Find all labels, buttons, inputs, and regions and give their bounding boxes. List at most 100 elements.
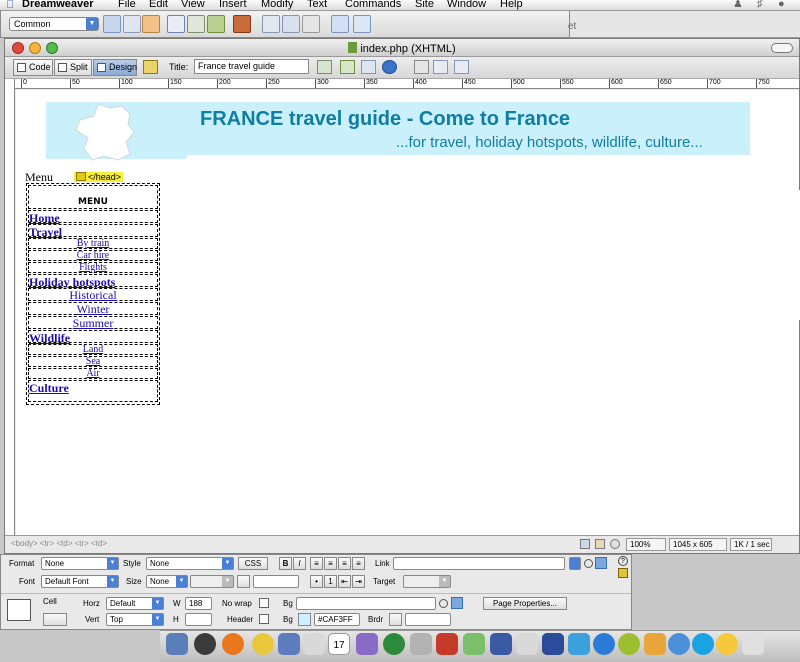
menu-item-land[interactable]: Land [28, 344, 158, 355]
menu-modify[interactable]: Modify [261, 0, 293, 10]
quick-tag-editor-icon[interactable] [618, 568, 628, 578]
zoom-select[interactable]: 100% [626, 538, 666, 551]
skype-icon[interactable] [692, 633, 714, 655]
menu-item-wildlife[interactable]: Wildlife [28, 330, 158, 345]
named-anchor-icon[interactable] [142, 15, 160, 33]
textedit-icon[interactable] [516, 633, 538, 655]
menu-item-winter[interactable]: Winter [28, 302, 158, 315]
menu-text[interactable]: Text [307, 0, 327, 10]
align-center-icon[interactable]: ≡ [324, 557, 337, 570]
height-input[interactable] [185, 613, 212, 626]
size-unit-select[interactable]: ▼ [190, 575, 234, 588]
hyperlink-icon[interactable] [103, 15, 121, 33]
bg-color-swatch[interactable] [298, 613, 311, 626]
menu-item-home[interactable]: Home [28, 210, 158, 225]
browse-folder-icon[interactable] [451, 597, 463, 609]
menu-item-culture[interactable]: Culture [28, 380, 158, 402]
format-select[interactable]: None ▼ [41, 557, 119, 570]
menu-site[interactable]: Site [415, 0, 434, 10]
system-preferences-icon[interactable] [593, 633, 615, 655]
style-select[interactable]: None ▼ [146, 557, 234, 570]
tag-chooser-icon[interactable] [353, 15, 371, 33]
text-color-input[interactable] [253, 575, 299, 588]
photoshop-icon[interactable] [542, 633, 564, 655]
border-color-swatch[interactable] [389, 613, 402, 626]
menu-commands[interactable]: Commands [345, 0, 401, 10]
bg-color-input[interactable]: #CAF3FF [314, 613, 360, 626]
media-icon[interactable] [233, 15, 251, 33]
zoom-tool-icon[interactable] [610, 539, 620, 549]
vert-select[interactable]: Top ▼ [106, 613, 164, 626]
menu-item-by-train[interactable]: By train [28, 238, 158, 249]
window-size[interactable]: 1045 x 605 [669, 538, 727, 551]
hand-tool-icon[interactable] [595, 539, 605, 549]
link-input[interactable] [393, 557, 565, 570]
adium-icon[interactable] [252, 633, 274, 655]
flash-icon[interactable] [436, 633, 458, 655]
toolbar-toggle-button[interactable] [771, 43, 793, 53]
file-management-icon[interactable] [317, 60, 332, 74]
window-titlebar[interactable]: index.php (XHTML) [5, 39, 799, 57]
select-tool-icon[interactable] [580, 539, 590, 549]
trash-icon[interactable] [742, 633, 764, 655]
user-icon[interactable]: ♟ [733, 0, 743, 10]
target-select[interactable]: ▼ [403, 575, 451, 588]
help-icon[interactable]: ? [618, 556, 628, 566]
align-right-icon[interactable]: ≡ [338, 557, 351, 570]
horz-select[interactable]: Default ▼ [106, 597, 164, 610]
outdent-icon[interactable]: ⇤ [338, 575, 351, 588]
page-title-input[interactable]: France travel guide [194, 59, 309, 74]
nowrap-checkbox[interactable] [259, 598, 269, 608]
safari-icon[interactable] [568, 633, 590, 655]
volume-icon[interactable]: ♯ [757, 0, 763, 10]
insert-category-select[interactable]: Common ▼ [9, 17, 99, 31]
text-color-swatch[interactable] [237, 575, 250, 588]
menu-item-car-hire[interactable]: Car hire [28, 250, 158, 261]
font-select[interactable]: Default Font ▼ [41, 575, 119, 588]
dreamweaver-icon[interactable] [383, 633, 405, 655]
templates-icon[interactable] [331, 15, 349, 33]
menu-item-holiday-hotspots[interactable]: Holiday hotspots [28, 274, 158, 289]
finder-icon[interactable] [166, 633, 188, 655]
menu-insert[interactable]: Insert [219, 0, 247, 10]
dashboard-icon[interactable] [194, 633, 216, 655]
design-view-button[interactable]: Design [93, 59, 137, 76]
menu-item-summer[interactable]: Summer [28, 316, 158, 329]
globe-icon[interactable] [382, 60, 397, 74]
layer-icon[interactable] [187, 15, 205, 33]
menu-item-flights[interactable]: Flights [28, 262, 158, 273]
menu-item-sea[interactable]: Sea [28, 356, 158, 367]
justify-icon[interactable]: ≡ [352, 557, 365, 570]
date-icon[interactable] [262, 15, 280, 33]
merge-split-cells-icon[interactable] [43, 613, 67, 626]
menu-view[interactable]: View [181, 0, 205, 10]
bg-image-input[interactable] [296, 597, 436, 610]
fireworks-icon[interactable] [410, 633, 432, 655]
comment-icon[interactable] [282, 15, 300, 33]
width-input[interactable]: 188 [185, 597, 212, 610]
image-icon[interactable] [207, 15, 225, 33]
point-to-file-icon[interactable] [439, 599, 448, 608]
vlc-icon[interactable] [668, 633, 690, 655]
address-book-icon[interactable] [303, 633, 325, 655]
split-view-button[interactable]: Split [54, 59, 92, 76]
firefox-icon[interactable] [222, 633, 244, 655]
app-icon-green[interactable] [618, 633, 640, 655]
menu-item-historical[interactable]: Historical [28, 288, 158, 301]
smiley-app-icon[interactable] [716, 633, 738, 655]
page-properties-button[interactable]: Page Properties... [483, 597, 567, 610]
header-checkbox[interactable] [259, 614, 269, 624]
border-color-input[interactable] [405, 613, 451, 626]
indent-icon[interactable]: ⇥ [352, 575, 365, 588]
imovie-icon[interactable] [490, 633, 512, 655]
spotlight-icon[interactable]: ● [778, 0, 785, 10]
app-icon-orange[interactable] [644, 633, 666, 655]
email-link-icon[interactable] [123, 15, 141, 33]
unordered-list-icon[interactable]: • [310, 575, 323, 588]
menu-item-air[interactable]: Air [28, 368, 158, 379]
table-icon[interactable] [167, 15, 185, 33]
menu-edit[interactable]: Edit [149, 0, 168, 10]
link-dropdown-icon[interactable] [569, 557, 581, 570]
live-data-icon[interactable] [143, 60, 158, 74]
code-view-button[interactable]: Code [13, 59, 53, 76]
